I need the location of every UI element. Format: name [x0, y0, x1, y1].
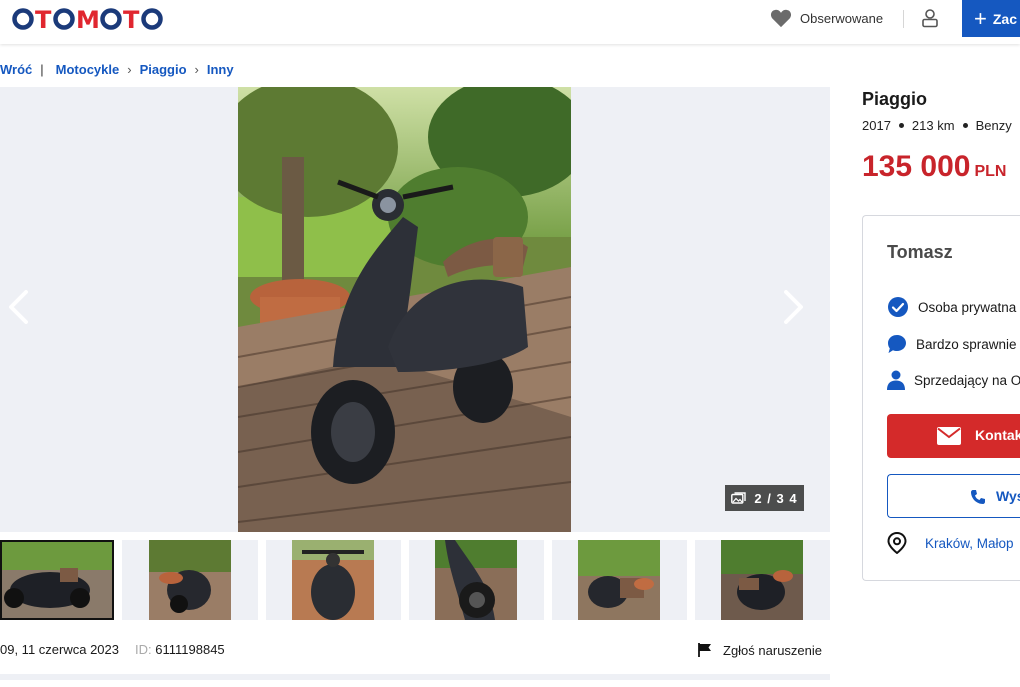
add-listing-label: Zac — [992, 10, 1017, 27]
seller-since: Sprzedający na O — [914, 372, 1020, 388]
seller-location[interactable]: Kraków, Małop — [887, 531, 1014, 555]
seller-row-private: Osoba prywatna — [887, 295, 1016, 319]
listing-specs: 2017 213 km Benzy — [862, 118, 1012, 133]
thumbnail-1[interactable] — [0, 540, 114, 620]
photos-icon — [731, 492, 747, 504]
svg-text:M: M — [76, 6, 102, 32]
verified-check-icon — [888, 297, 908, 317]
svg-text:T: T — [123, 6, 141, 32]
breadcrumb-item-inny[interactable]: Inny — [207, 62, 234, 77]
chevron-right-icon: › — [127, 61, 132, 77]
spec-separator — [962, 123, 968, 128]
seller-row-response: Bardzo sprawnie — [887, 332, 1017, 356]
report-link[interactable]: Zgłoś naruszenie — [697, 642, 822, 658]
listing-meta: 09, 11 czerwca 2023 ID: 6111198845 Zgłoś… — [0, 642, 830, 660]
price-value: 135 000 — [862, 150, 971, 183]
contact-button-label: Kontak — [975, 427, 1020, 443]
photo-counter-text: 2 / 3 4 — [754, 490, 798, 506]
seller-location-text: Kraków, Małop — [925, 535, 1014, 551]
watchlist-label: Obserwowane — [800, 10, 884, 26]
seller-type: Osoba prywatna — [918, 299, 1017, 315]
add-listing-button[interactable]: + Zac — [962, 0, 1020, 37]
user-icon[interactable] — [920, 8, 940, 28]
seller-row-since: Sprzedający na O — [887, 368, 1020, 392]
top-header: T M T Obserwowane + Zac — [0, 0, 1020, 44]
listing-date: 09, 11 czerwca 2023 — [0, 642, 119, 657]
thumbnail-image — [435, 540, 517, 620]
thumbnail-image — [292, 540, 374, 620]
photo-gallery: 2 / 3 4 — [0, 87, 830, 532]
section-divider — [0, 674, 830, 680]
breadcrumb-item-motocykle[interactable]: Motocykle — [56, 62, 120, 77]
breadcrumb-separator: | — [40, 61, 44, 77]
listing-id-label: ID: — [135, 642, 152, 657]
person-icon — [887, 370, 905, 390]
listing-title: Piaggio — [862, 89, 928, 109]
watchlist-link[interactable]: Obserwowane — [770, 6, 883, 30]
photo-counter: 2 / 3 4 — [725, 485, 804, 511]
thumbnail-5[interactable] — [552, 540, 687, 620]
chevron-left-icon[interactable] — [2, 287, 36, 327]
contact-button[interactable]: Kontak — [887, 414, 1020, 458]
otomoto-logo[interactable]: T M T — [12, 5, 182, 33]
scooter-photo — [238, 87, 571, 532]
listing-id-value: 6111198845 — [155, 642, 225, 657]
seller-response: Bardzo sprawnie — [916, 336, 1017, 352]
main-photo[interactable] — [238, 87, 571, 532]
header-divider — [903, 10, 904, 28]
chat-bubble-icon — [888, 335, 906, 353]
spec-mileage: 213 km — [911, 118, 955, 133]
spec-separator — [898, 123, 904, 128]
phone-button[interactable]: Wys — [887, 474, 1020, 518]
spec-fuel: Benzy — [975, 118, 1012, 133]
phone-icon — [971, 490, 985, 504]
breadcrumb: Wróć | Motocykle › Piaggio › Inny — [0, 60, 234, 78]
spec-year: 2017 — [862, 118, 891, 133]
seller-name: Tomasz — [887, 242, 953, 262]
phone-button-label: Wys — [996, 488, 1020, 504]
svg-text:T: T — [35, 6, 53, 32]
breadcrumb-item-piaggio[interactable]: Piaggio — [140, 62, 187, 77]
thumbnail-6[interactable] — [695, 540, 830, 620]
thumbnail-image — [721, 540, 803, 620]
listing-price: 135 000 PLN — [862, 150, 1006, 184]
thumbnail-4[interactable] — [409, 540, 544, 620]
thumbnail-image — [578, 540, 660, 620]
heart-icon — [770, 9, 792, 28]
report-label: Zgłoś naruszenie — [723, 642, 822, 658]
thumbnail-image — [149, 540, 231, 620]
seller-card: Tomasz Osoba prywatna Bardzo sprawnie Sp… — [862, 215, 1020, 581]
price-currency: PLN — [974, 163, 1007, 180]
thumbnail-3[interactable] — [266, 540, 401, 620]
plus-icon: + — [974, 5, 987, 31]
thumbnail-2[interactable] — [122, 540, 258, 620]
envelope-icon — [937, 427, 961, 445]
chevron-right-icon[interactable] — [776, 287, 810, 327]
flag-icon — [698, 643, 711, 657]
thumbnail-image — [0, 540, 114, 620]
chevron-right-icon: › — [194, 61, 199, 77]
listing-id: ID: 6111198845 — [135, 642, 225, 657]
location-pin-icon — [887, 532, 907, 554]
thumbnail-strip — [0, 540, 830, 620]
logo-wordmark: T M T — [12, 6, 163, 32]
breadcrumb-back[interactable]: Wróć — [0, 62, 32, 77]
